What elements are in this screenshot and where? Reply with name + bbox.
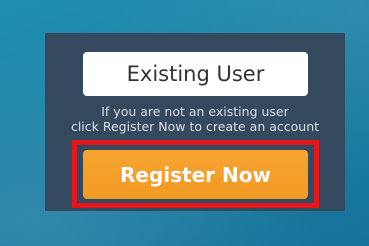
register-hint-line-1: If you are not an existing user (101, 104, 289, 119)
existing-user-button[interactable]: Existing User (83, 52, 308, 96)
register-hint-line-2: click Register Now to create an account (70, 119, 320, 134)
highlight-outline (72, 140, 319, 208)
